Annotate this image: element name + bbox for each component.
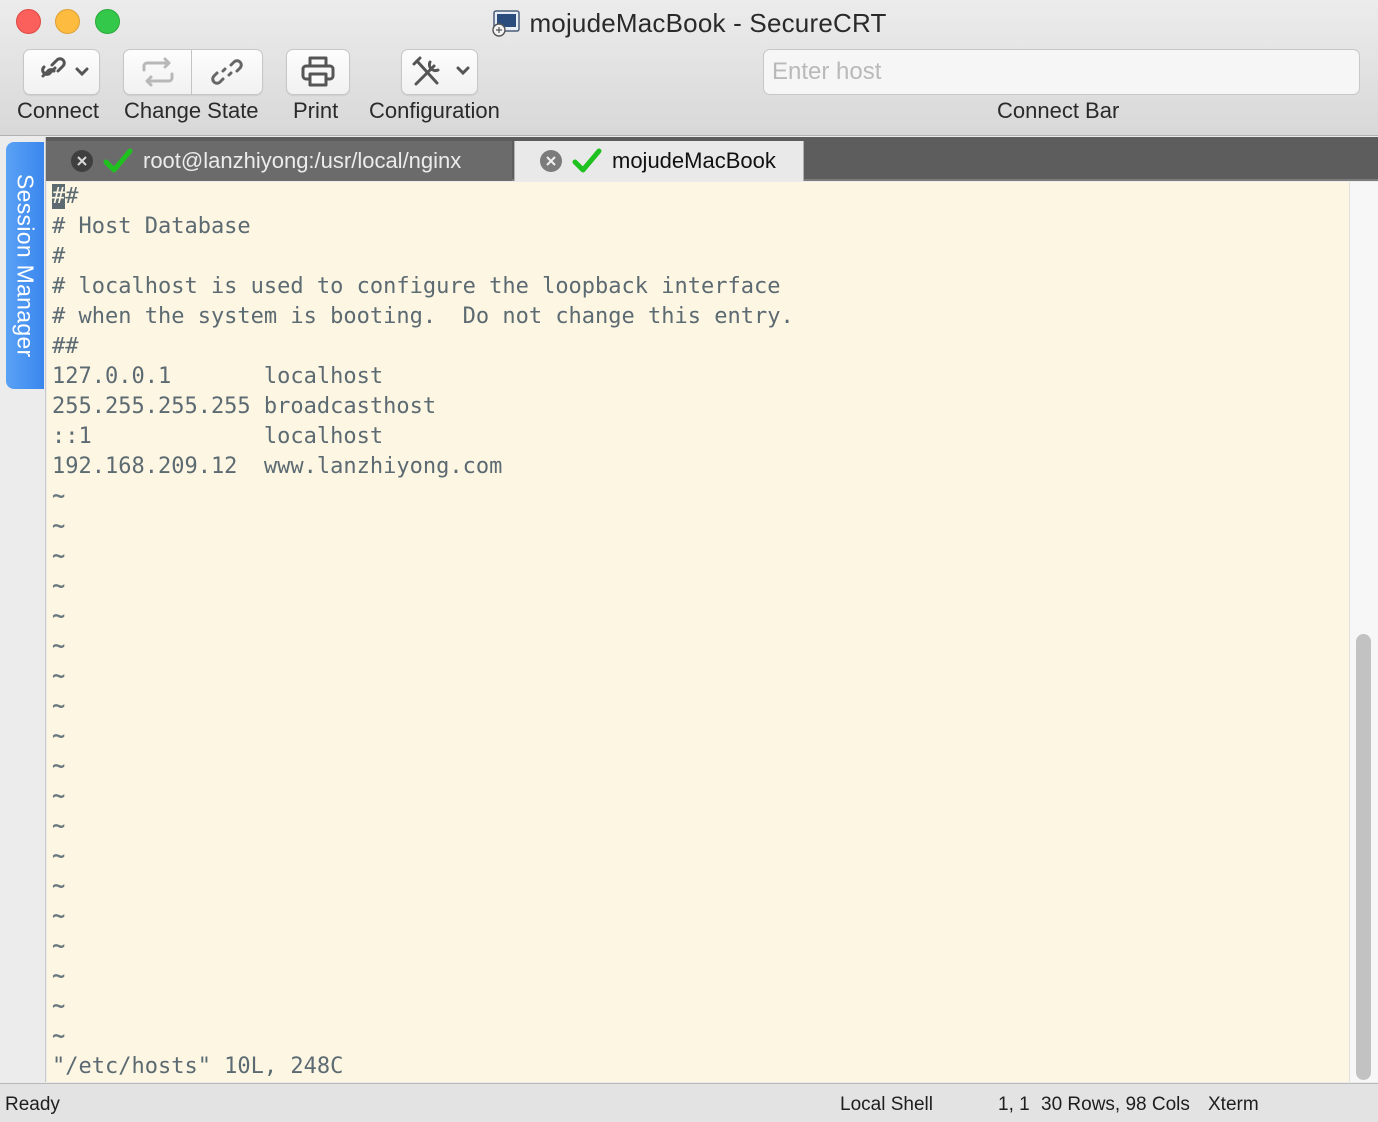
- empty-line-tilde: ~: [52, 514, 66, 539]
- empty-line-tilde: ~: [52, 964, 66, 989]
- printer-icon: [301, 56, 335, 87]
- terminal-line: 255.255.255.255 broadcasthost: [52, 394, 437, 419]
- empty-line-tilde: ~: [52, 664, 66, 689]
- text-cursor: #: [52, 184, 66, 209]
- empty-line-tilde: ~: [52, 544, 66, 569]
- terminal-view[interactable]: ## # Host Database # # localhost is used…: [47, 182, 1349, 1082]
- connect-bar-label: Connect Bar: [997, 98, 1120, 123]
- connect-label: Connect: [17, 98, 99, 123]
- terminal-line: # when the system is booting. Do not cha…: [52, 304, 794, 329]
- empty-line-tilde: ~: [52, 784, 66, 809]
- status-bar: Ready Local Shell 1, 1 30 Rows, 98 Cols …: [0, 1083, 1378, 1122]
- host-input[interactable]: [763, 49, 1360, 95]
- empty-line-tilde: ~: [52, 844, 66, 869]
- empty-line-tilde: ~: [52, 634, 66, 659]
- print-button[interactable]: [286, 49, 350, 95]
- status-shell: Local Shell: [840, 1094, 933, 1115]
- terminal-line: ##: [52, 334, 79, 359]
- status-cursor-position: 1, 1: [998, 1094, 1030, 1115]
- connected-check-icon: [572, 148, 602, 173]
- terminal-line: ##: [52, 184, 79, 209]
- close-tab-icon[interactable]: [540, 150, 562, 172]
- terminal-line: # localhost is used to configure the loo…: [52, 274, 781, 299]
- terminal-line: ::1 localhost: [52, 424, 384, 449]
- empty-line-tilde: ~: [52, 874, 66, 899]
- change-state-label: Change State: [124, 98, 259, 123]
- empty-line-tilde: ~: [52, 904, 66, 929]
- status-ready: Ready: [5, 1094, 60, 1115]
- terminal-line: #: [52, 244, 66, 269]
- empty-line-tilde: ~: [52, 994, 66, 1019]
- window-title: mojudeMacBook - SecureCRT: [529, 7, 887, 38]
- vim-status-line: "/etc/hosts" 10L, 248C: [52, 1054, 344, 1079]
- connected-check-icon: [103, 148, 133, 173]
- close-tab-icon[interactable]: [71, 150, 93, 172]
- empty-line-tilde: ~: [52, 604, 66, 629]
- tab-label: root@lanzhiyong:/usr/local/nginx: [143, 148, 462, 173]
- empty-line-tilde: ~: [52, 724, 66, 749]
- terminal-line: # Host Database: [52, 214, 251, 239]
- tab-label: mojudeMacBook: [612, 148, 776, 173]
- terminal-line: 127.0.0.1 localhost: [52, 364, 384, 389]
- status-emulation: Xterm: [1208, 1094, 1259, 1115]
- reconnect-button[interactable]: [123, 49, 192, 95]
- securecrt-app-icon: [492, 10, 521, 37]
- configuration-button[interactable]: [401, 49, 478, 95]
- connect-button[interactable]: [23, 49, 100, 95]
- link-icon: [40, 57, 88, 78]
- tab-session-lanzhiyong[interactable]: root@lanzhiyong:/usr/local/nginx: [46, 141, 512, 181]
- reconnect-arrows-icon: [142, 57, 173, 87]
- empty-line-tilde: ~: [52, 574, 66, 599]
- session-manager-tab[interactable]: Session Manager: [6, 142, 44, 389]
- empty-line-tilde: ~: [52, 814, 66, 839]
- session-tab-bar: root@lanzhiyong:/usr/local/nginx mojudeM…: [46, 137, 1378, 181]
- empty-buffer-lines: ~ ~ ~ ~ ~ ~ ~ ~ ~ ~ ~ ~ ~ ~ ~ ~ ~ ~ ~: [52, 482, 1349, 1052]
- broken-link-icon: [211, 59, 243, 85]
- status-terminal-size: 30 Rows, 98 Cols: [1041, 1094, 1190, 1115]
- empty-line-tilde: ~: [52, 754, 66, 779]
- empty-line-tilde: ~: [52, 1024, 66, 1049]
- terminal-line: 192.168.209.12 www.lanzhiyong.com: [52, 454, 503, 479]
- empty-line-tilde: ~: [52, 934, 66, 959]
- configuration-label: Configuration: [369, 98, 500, 123]
- print-label: Print: [293, 98, 339, 123]
- window-title-bar: mojudeMacBook - SecureCRT: [0, 6, 1378, 40]
- disconnect-button[interactable]: [192, 49, 263, 95]
- empty-line-tilde: ~: [52, 694, 66, 719]
- empty-line-tilde: ~: [52, 484, 66, 509]
- session-manager-label: Session Manager: [12, 173, 39, 358]
- tab-session-mojudemacbook[interactable]: mojudeMacBook: [514, 141, 804, 181]
- terminal-scrollbar-thumb[interactable]: [1356, 634, 1371, 1080]
- tools-icon: [412, 56, 469, 86]
- window-chrome: mojudeMacBook - SecureCRT Connect Change…: [0, 0, 1378, 136]
